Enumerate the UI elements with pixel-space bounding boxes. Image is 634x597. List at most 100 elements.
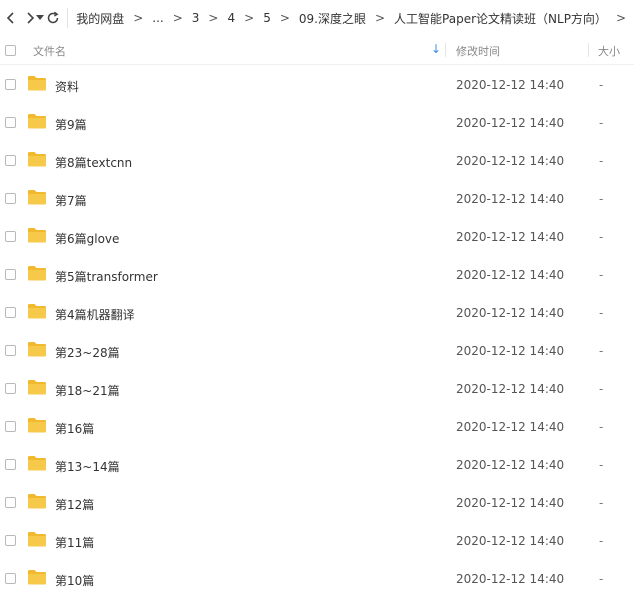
- file-name[interactable]: 第7篇: [55, 192, 87, 209]
- breadcrumb-separator: >: [133, 11, 144, 25]
- breadcrumb-item-5[interactable]: 5: [262, 11, 272, 25]
- row-checkbox[interactable]: [5, 383, 16, 394]
- file-size: -: [599, 534, 604, 548]
- row-checkbox[interactable]: [5, 307, 16, 318]
- file-row[interactable]: 第7篇 2020-12-12 14:40 -: [0, 179, 634, 217]
- file-row[interactable]: 第12篇 2020-12-12 14:40 -: [0, 483, 634, 521]
- breadcrumb: 我的网盘 > ... > 3 > 4 > 5 > 09.深度之眼 > 人工智能P…: [75, 10, 634, 27]
- folder-icon: [28, 494, 46, 509]
- row-checkbox[interactable]: [5, 79, 16, 90]
- file-size: -: [599, 268, 604, 282]
- folder-icon: [28, 304, 46, 319]
- file-name[interactable]: 第16篇: [55, 420, 94, 437]
- folder-icon: [28, 418, 46, 433]
- file-name[interactable]: 第5篇transformer: [55, 268, 158, 285]
- column-header-size[interactable]: 大小: [598, 43, 620, 59]
- column-divider[interactable]: [445, 43, 446, 57]
- file-modified-time: 2020-12-12 14:40: [456, 534, 565, 548]
- refresh-button[interactable]: [45, 6, 60, 30]
- file-size: -: [599, 230, 604, 244]
- file-modified-time: 2020-12-12 14:40: [456, 192, 565, 206]
- folder-icon: [28, 76, 46, 91]
- file-row[interactable]: 第10篇 2020-12-12 14:40 -: [0, 559, 634, 597]
- file-size: -: [599, 192, 604, 206]
- file-row[interactable]: 第5篇transformer 2020-12-12 14:40 -: [0, 255, 634, 293]
- file-name[interactable]: 第23~28篇: [55, 344, 120, 361]
- folder-icon: [28, 380, 46, 395]
- row-checkbox[interactable]: [5, 117, 16, 128]
- breadcrumb-separator: >: [244, 11, 255, 25]
- file-size: -: [599, 116, 604, 130]
- file-row[interactable]: 第18~21篇 2020-12-12 14:40 -: [0, 369, 634, 407]
- file-name[interactable]: 第4篇机器翻译: [55, 306, 135, 323]
- file-modified-time: 2020-12-12 14:40: [456, 154, 565, 168]
- row-checkbox[interactable]: [5, 155, 16, 166]
- file-size: -: [599, 382, 604, 396]
- file-modified-time: 2020-12-12 14:40: [456, 268, 565, 282]
- row-checkbox[interactable]: [5, 269, 16, 280]
- file-row[interactable]: 第6篇glove 2020-12-12 14:40 -: [0, 217, 634, 255]
- file-name[interactable]: 第8篇textcnn: [55, 154, 132, 171]
- row-checkbox[interactable]: [5, 231, 16, 242]
- breadcrumb-item-root[interactable]: 我的网盘: [75, 10, 125, 27]
- file-row[interactable]: 第13~14篇 2020-12-12 14:40 -: [0, 445, 634, 483]
- file-name[interactable]: 资料: [55, 78, 79, 95]
- breadcrumb-separator: >: [615, 11, 626, 25]
- file-size: -: [599, 572, 604, 586]
- row-checkbox[interactable]: [5, 193, 16, 204]
- file-modified-time: 2020-12-12 14:40: [456, 116, 565, 130]
- folder-icon: [28, 342, 46, 357]
- folder-icon: [28, 152, 46, 167]
- file-row[interactable]: 资料 2020-12-12 14:40 -: [0, 65, 634, 103]
- breadcrumb-separator: >: [374, 11, 386, 25]
- file-list: 资料 2020-12-12 14:40- 第9篇 2020-12-12 14:40- 第…: [0, 65, 634, 597]
- file-name[interactable]: 第11篇: [55, 534, 94, 551]
- breadcrumb-item-current[interactable]: 人工智能Paper论文精读班（NLP方向）: [393, 10, 608, 27]
- toolbar-divider: [66, 8, 68, 28]
- row-checkbox[interactable]: [5, 497, 16, 508]
- breadcrumb-item-ellipsis[interactable]: ...: [151, 11, 164, 25]
- row-checkbox[interactable]: [5, 421, 16, 432]
- file-row[interactable]: 第16篇 2020-12-12 14:40 -: [0, 407, 634, 445]
- select-all-checkbox[interactable]: [5, 45, 16, 56]
- toolbar: 我的网盘 > ... > 3 > 4 > 5 > 09.深度之眼 > 人工智能P…: [0, 0, 634, 36]
- file-size: -: [599, 154, 604, 168]
- history-dropdown-button[interactable]: [35, 6, 45, 30]
- file-size: -: [599, 78, 604, 92]
- breadcrumb-separator: >: [172, 11, 183, 25]
- row-checkbox[interactable]: [5, 573, 16, 584]
- file-row[interactable]: 第11篇 2020-12-12 14:40 -: [0, 521, 634, 559]
- file-name[interactable]: 第12篇: [55, 496, 94, 513]
- row-checkbox[interactable]: [5, 345, 16, 356]
- column-divider[interactable]: [588, 43, 589, 57]
- row-checkbox[interactable]: [5, 535, 16, 546]
- folder-icon: [28, 228, 46, 243]
- file-row[interactable]: 第4篇机器翻译 2020-12-12 14:40 -: [0, 293, 634, 331]
- file-row[interactable]: 第8篇textcnn 2020-12-12 14:40 -: [0, 141, 634, 179]
- file-size: -: [599, 344, 604, 358]
- file-modified-time: 2020-12-12 14:40: [456, 572, 565, 586]
- file-modified-time: 2020-12-12 14:40: [456, 78, 565, 92]
- breadcrumb-item-4[interactable]: 4: [226, 11, 236, 25]
- file-size: -: [599, 458, 604, 472]
- column-header-name[interactable]: 文件名: [33, 43, 66, 59]
- back-button[interactable]: [3, 6, 18, 30]
- row-checkbox[interactable]: [5, 459, 16, 470]
- file-name[interactable]: 第10篇: [55, 572, 94, 589]
- column-header-modified-time[interactable]: 修改时间: [456, 43, 500, 59]
- file-size: -: [599, 496, 604, 510]
- file-name[interactable]: 第9篇: [55, 116, 87, 133]
- file-modified-time: 2020-12-12 14:40: [456, 420, 565, 434]
- file-row[interactable]: 第23~28篇 2020-12-12 14:40 -: [0, 331, 634, 369]
- file-modified-time: 2020-12-12 14:40: [456, 306, 565, 320]
- breadcrumb-item-3[interactable]: 3: [191, 11, 201, 25]
- breadcrumb-item-deep-eye[interactable]: 09.深度之眼: [298, 10, 367, 27]
- breadcrumb-separator: >: [208, 11, 219, 25]
- sort-arrow-icon[interactable]: ↓: [431, 42, 441, 56]
- file-row[interactable]: 第9篇 2020-12-12 14:40 -: [0, 103, 634, 141]
- file-name[interactable]: 第6篇glove: [55, 230, 119, 247]
- file-name[interactable]: 第18~21篇: [55, 382, 120, 399]
- chevron-left-icon: [6, 12, 14, 24]
- refresh-icon: [47, 11, 59, 24]
- file-name[interactable]: 第13~14篇: [55, 458, 120, 475]
